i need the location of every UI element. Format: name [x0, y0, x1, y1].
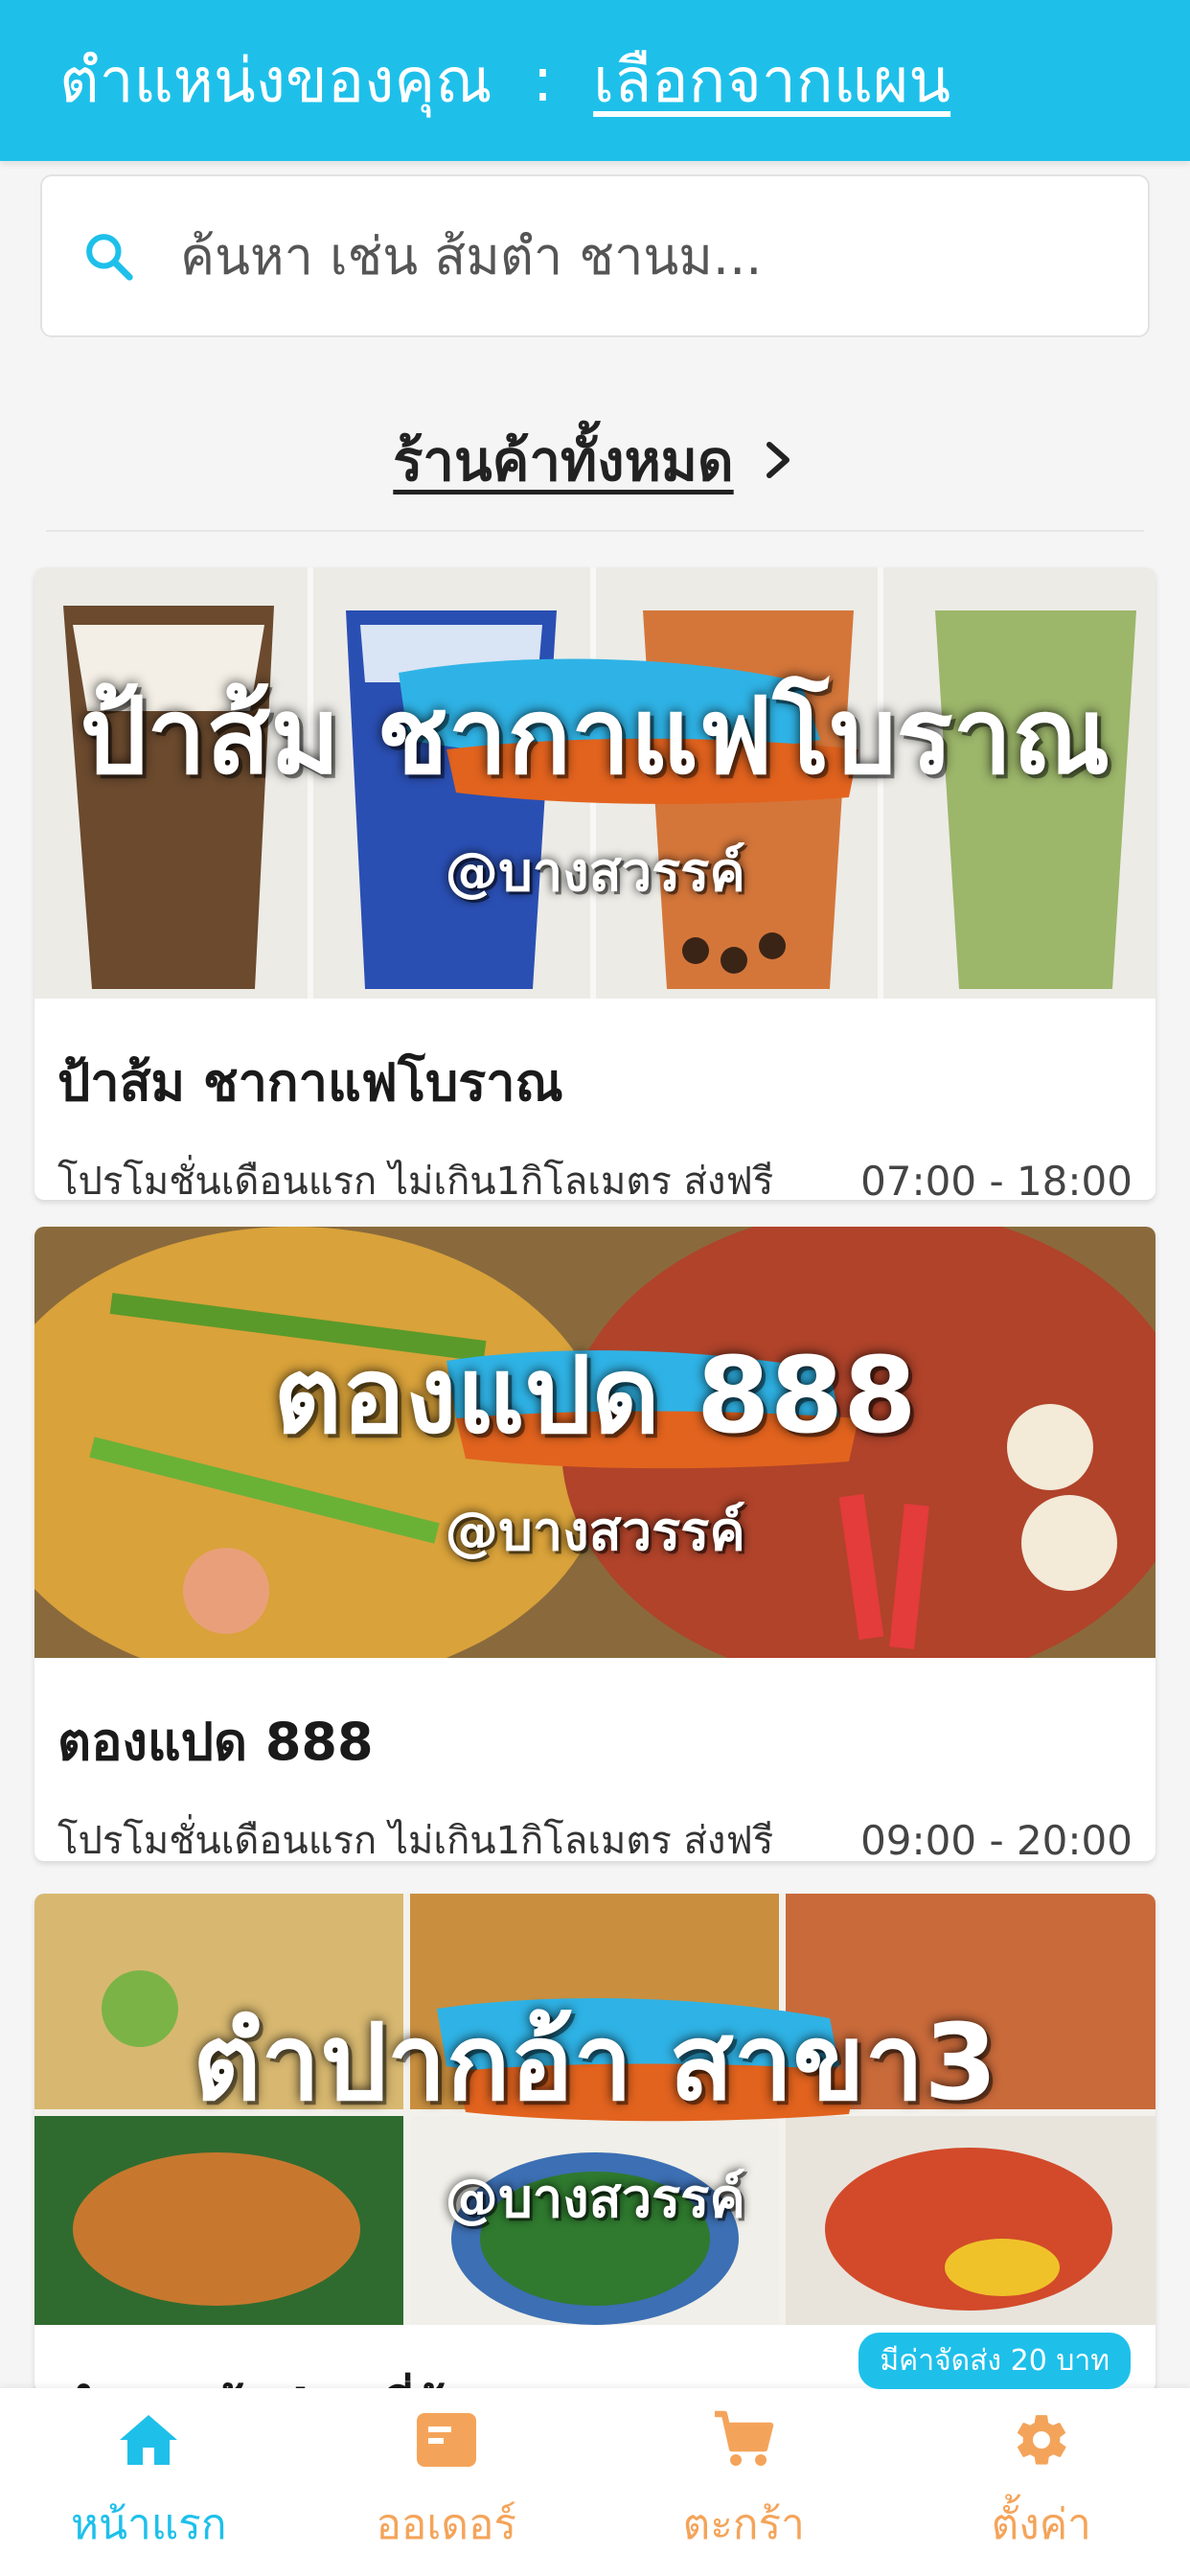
shop-card[interactable]: ตำปากอ้า สาขา3 @บางสวรรค์ มีค่าจัดส่ง 20… [34, 1894, 1156, 2392]
shop-card[interactable]: ตองแปด 888 @บางสวรรค์ ตองแปด 888 โปรโมชั… [34, 1227, 1156, 1861]
nav-item-orders[interactable]: ออเดอร์ [322, 2406, 571, 2558]
shop-hours: 07:00 - 18:00 [860, 1157, 1133, 1201]
banner-title: ตำปากอ้า สาขา3 [193, 2000, 997, 2124]
shop-name: ป้าส้ม ชากาแฟโบราณ [57, 1052, 563, 1113]
bottom-navigation: หน้าแรก ออเดอร์ ตะกร้า ตั้งค่า [0, 2388, 1190, 2576]
gear-icon [1008, 2406, 1075, 2473]
banner-branch: @บางสวรรค์ [445, 1500, 745, 1563]
nav-label-home: หน้าแรก [71, 2500, 227, 2549]
choose-from-map-link[interactable]: เลือกจากแผน [593, 32, 950, 129]
banner-branch: @บางสวรรค์ [445, 2167, 745, 2230]
search-input[interactable] [180, 225, 1100, 287]
search-bar[interactable] [40, 174, 1150, 337]
nav-label-cart: ตะกร้า [682, 2500, 805, 2549]
nav-item-settings[interactable]: ตั้งค่า [917, 2406, 1166, 2558]
nav-item-cart[interactable]: ตะกร้า [619, 2406, 868, 2558]
shop-promo: โปรโมชั่นเดือนแรก ไม่เกิน1กิโลเมตร ส่งฟร… [57, 1160, 774, 1200]
location-label: ตำแหน่งของคุณ [59, 46, 492, 117]
home-icon [115, 2406, 182, 2473]
chevron-right-icon [759, 441, 797, 479]
shop-banner-overlay: ตำปากอ้า สาขา3 @บางสวรรค์ [34, 1894, 1156, 2325]
shop-card[interactable]: ป้าส้ม ชากาแฟโบราณ @บางสวรรค์ ป้าส้ม ชาก… [34, 567, 1156, 1200]
nav-label-settings: ตั้งค่า [991, 2500, 1091, 2549]
search-icon [79, 226, 138, 286]
banner-title: ป้าส้ม ชากาแฟโบราณ [80, 674, 1110, 797]
location-separator: : [532, 45, 554, 116]
delivery-fee-badge: มีค่าจัดส่ง 20 บาท [858, 2333, 1131, 2389]
shop-banner-image: ตองแปด 888 @บางสวรรค์ [34, 1227, 1156, 1658]
cart-icon [710, 2406, 777, 2473]
all-shops-label: ร้านค้าทั้งหมด [393, 427, 734, 494]
banner-branch: @บางสวรรค์ [445, 840, 745, 904]
shop-banner-overlay: ตองแปด 888 @บางสวรรค์ [34, 1227, 1156, 1658]
shop-hours: 09:00 - 20:00 [860, 1816, 1133, 1862]
shop-promo: โปรโมชั่นเดือนแรก ไม่เกิน1กิโลเมตร ส่งฟร… [57, 1819, 774, 1861]
nav-item-home[interactable]: หน้าแรก [24, 2406, 273, 2558]
order-icon [413, 2406, 480, 2473]
banner-title: ตองแปด 888 [273, 1333, 917, 1457]
shop-banner-image: ป้าส้ม ชากาแฟโบราณ @บางสวรรค์ [34, 567, 1156, 999]
shop-banner-image: ตำปากอ้า สาขา3 @บางสวรรค์ [34, 1894, 1156, 2325]
location-header: ตำแหน่งของคุณ : เลือกจากแผน [0, 0, 1190, 161]
shop-banner-overlay: ป้าส้ม ชากาแฟโบราณ @บางสวรรค์ [34, 567, 1156, 999]
all-shops-link[interactable]: ร้านค้าทั้งหมด [0, 414, 1190, 506]
shop-name: ตองแปด 888 [57, 1712, 374, 1772]
section-divider [46, 530, 1144, 532]
nav-label-orders: ออเดอร์ [376, 2500, 517, 2549]
